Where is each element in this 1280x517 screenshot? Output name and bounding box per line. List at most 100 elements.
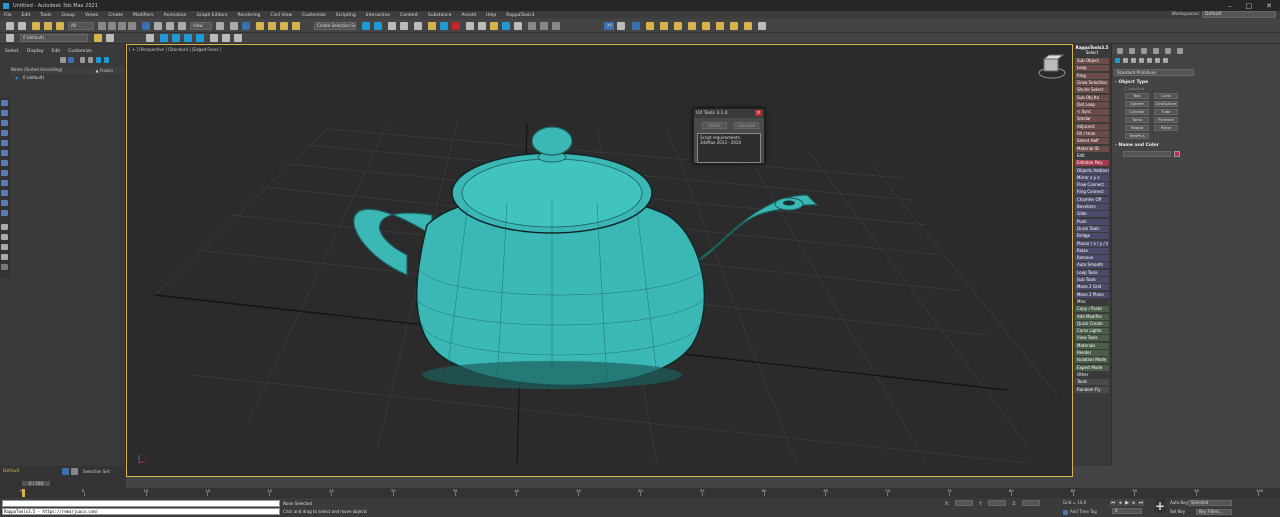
- rappatools-button[interactable]: View Tools: [1075, 335, 1109, 342]
- rappatools-button[interactable]: Loop: [1075, 65, 1109, 72]
- display-cameras-icon[interactable]: [1, 130, 8, 136]
- selection-tools-icon[interactable]: [172, 34, 180, 42]
- rappatools-button[interactable]: Move 2 Plane: [1075, 291, 1109, 298]
- display-all-icon[interactable]: [1, 224, 8, 230]
- display-tab-icon[interactable]: [1165, 48, 1171, 54]
- x-coordinate-field[interactable]: [955, 500, 974, 506]
- rappatools-button[interactable]: Sub Tools: [1075, 277, 1109, 283]
- rappatools-button[interactable]: Quick Create: [1075, 320, 1109, 327]
- placement-icon[interactable]: [178, 22, 186, 30]
- keyboard-shortcut-override-icon[interactable]: [242, 22, 250, 30]
- named-selection-sets-select[interactable]: Create Selection Se: [314, 22, 356, 30]
- rappatools-button[interactable]: Isolation Mode: [1075, 357, 1109, 364]
- rappatools-button[interactable]: Flow Connect: [1075, 182, 1109, 189]
- rappatools-button[interactable]: < Sync: [1075, 109, 1109, 116]
- tab-customize[interactable]: Customize: [68, 49, 92, 54]
- maxscript-output[interactable]: RappaTools3.5 - https://remarjuaco.com/: [2, 508, 280, 515]
- menu-customize[interactable]: Customize: [302, 13, 326, 18]
- torus-button[interactable]: Torus: [1125, 117, 1149, 123]
- select-move-icon[interactable]: [142, 22, 150, 30]
- layer-select[interactable]: 0 (default): [20, 34, 88, 42]
- menu-scripting[interactable]: Scripting: [336, 13, 356, 18]
- scene-explorer-toggle-icon[interactable]: [62, 468, 69, 475]
- rappa-tool-2-icon[interactable]: [660, 22, 668, 30]
- render-preview-icon[interactable]: [210, 34, 218, 42]
- menu-civil-view[interactable]: Civil View: [270, 13, 292, 18]
- rappa-tool-1-icon[interactable]: [646, 22, 654, 30]
- previous-frame-icon[interactable]: ◂: [1117, 500, 1123, 506]
- rappatools-button[interactable]: Relax: [1075, 247, 1109, 254]
- menu-group[interactable]: Group: [61, 13, 75, 18]
- teapot-mesh[interactable]: [353, 126, 819, 390]
- install-button[interactable]: Install: [702, 122, 727, 129]
- region-select-icon[interactable]: [540, 22, 548, 30]
- viewport-label[interactable]: [ + ] [Perspective ] [Standard ] [Edged …: [129, 47, 221, 52]
- column-header[interactable]: Name (Sorted Ascending) ▲ Frozen: [10, 67, 125, 74]
- menu-interactive[interactable]: Interactive: [366, 13, 390, 18]
- autogrid-checkbox[interactable]: □ AutoGrid: [1124, 87, 1144, 91]
- current-frame-field[interactable]: 0: [1112, 508, 1142, 514]
- list-item[interactable]: ◉ 0 (default): [10, 75, 125, 81]
- rappa-tool-6-icon[interactable]: [716, 22, 724, 30]
- select-by-name-icon[interactable]: [108, 22, 116, 30]
- selection-filter-select[interactable]: All: [68, 22, 94, 30]
- pyramid-button[interactable]: Pyramid: [1154, 117, 1178, 123]
- cone-button[interactable]: Cone: [1154, 93, 1178, 99]
- rappa-tool-3-icon[interactable]: [674, 22, 682, 30]
- auto-key-button[interactable]: Auto Key: [1170, 500, 1188, 505]
- time-slider-frame-readout[interactable]: 0 / 100: [22, 481, 50, 486]
- rendered-frame-window-icon[interactable]: [478, 22, 486, 30]
- play-icon[interactable]: ▶: [1124, 500, 1130, 506]
- menu-content[interactable]: Content: [400, 13, 418, 18]
- maximize-button[interactable]: □: [1246, 2, 1253, 10]
- rappatools-button[interactable]: Add Modifier: [1075, 313, 1109, 320]
- render-setup-icon[interactable]: [466, 22, 474, 30]
- edit-named-sets-icon[interactable]: [146, 34, 154, 42]
- helpers-icon[interactable]: [1147, 58, 1152, 63]
- rappatools-button[interactable]: Adjacent: [1075, 123, 1109, 130]
- rappatools-button[interactable]: Render: [1075, 350, 1109, 356]
- rappatools-button[interactable]: Fill / Hole: [1075, 131, 1109, 137]
- percent-snap-icon[interactable]: [280, 22, 288, 30]
- rappatools-button[interactable]: Slide: [1075, 211, 1109, 218]
- box-button[interactable]: Box: [1125, 93, 1149, 99]
- rappatools-button[interactable]: Remove: [1075, 255, 1109, 262]
- timeline[interactable]: 0510152025303540455055606570758085909510…: [0, 488, 1280, 498]
- geosphere-button[interactable]: GeoSphere: [1154, 101, 1178, 107]
- menu-file[interactable]: File: [4, 13, 12, 18]
- sphere-button[interactable]: Sphere: [1125, 101, 1149, 107]
- snaps-toggle-icon[interactable]: [256, 22, 264, 30]
- close-button[interactable]: ✕: [1266, 2, 1272, 10]
- rect-selection-icon[interactable]: [118, 22, 126, 30]
- display-invert-icon[interactable]: [1, 244, 8, 250]
- redo-icon[interactable]: [18, 22, 26, 30]
- display-groups-icon[interactable]: [1, 160, 8, 166]
- display-helpers-icon[interactable]: [1, 140, 8, 146]
- hierarchy-icon[interactable]: [96, 57, 101, 63]
- object-color-swatch[interactable]: [1174, 151, 1180, 157]
- viewcube-icon[interactable]: [1038, 54, 1066, 79]
- column-frozen-label[interactable]: ▲ Frozen: [96, 68, 113, 73]
- textplus-button[interactable]: TextPlus: [1125, 133, 1149, 139]
- create-tab-icon[interactable]: [1117, 48, 1123, 54]
- object-name-field[interactable]: [1123, 151, 1171, 157]
- layer-explorer-toggle-icon[interactable]: [71, 468, 78, 475]
- workspaces-select[interactable]: Default: [1202, 11, 1276, 18]
- rappatools-button[interactable]: Expert Mode: [1075, 364, 1109, 371]
- rappatools-button[interactable]: Loop Tools: [1075, 269, 1109, 276]
- menu-create[interactable]: Create: [108, 13, 123, 18]
- rappatools-button[interactable]: Similar: [1075, 116, 1109, 123]
- rappatools-button[interactable]: Random Fly: [1075, 386, 1109, 393]
- menu-rappatools[interactable]: RappaTools3: [506, 13, 534, 18]
- display-hidden-icon[interactable]: [1, 210, 8, 216]
- render-production-icon[interactable]: [490, 22, 498, 30]
- bind-spacewarp-icon[interactable]: [56, 22, 64, 30]
- populate-icon[interactable]: [196, 34, 204, 42]
- menu-arnold[interactable]: Arnold: [461, 13, 476, 18]
- rappatools-button[interactable]: Select Half: [1075, 138, 1109, 145]
- minimize-button[interactable]: –: [1228, 2, 1232, 10]
- render-cloud-icon[interactable]: [502, 22, 510, 30]
- spacewarps-icon[interactable]: [1155, 58, 1160, 63]
- reference-coordinate-select[interactable]: View: [190, 22, 212, 30]
- systems-icon[interactable]: [1163, 58, 1168, 63]
